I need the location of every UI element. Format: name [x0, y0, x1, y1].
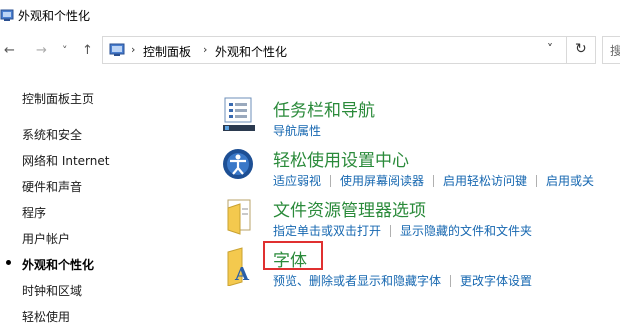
back-button[interactable]: ← [4, 42, 15, 60]
up-button[interactable]: ↑ [82, 42, 93, 60]
control-panel-icon [0, 9, 14, 21]
sidebar-item-user-accounts[interactable]: 用户帐户 [22, 230, 70, 247]
sidebar-item-ease-of-access[interactable]: 轻松使用 [22, 308, 70, 325]
control-panel-icon [109, 43, 125, 56]
single-double-click-link[interactable]: 指定单击或双击打开 [273, 224, 381, 238]
forward-button[interactable]: → [36, 42, 47, 60]
fonts-highlight-annotation [263, 241, 323, 270]
file-explorer-options-links: 指定单击或双击打开 显示隐藏的文件和文件夹 [273, 222, 532, 239]
sidebar-item-programs[interactable]: 程序 [22, 204, 46, 221]
taskbar-links: 导航属性 [273, 122, 321, 139]
window-title: 外观和个性化 [18, 9, 91, 23]
chevron-right-icon: › [203, 43, 208, 56]
recent-locations-button[interactable]: ˅ [62, 42, 68, 60]
link-divider [330, 175, 332, 187]
taskbar-icon [223, 97, 255, 131]
sidebar-item-appearance[interactable]: 外观和个性化 [22, 256, 94, 273]
breadcrumb-appearance[interactable]: 外观和个性化 [215, 43, 287, 60]
folder-options-icon [227, 199, 251, 235]
sidebar-item-network[interactable]: 网络和 Internet [22, 152, 109, 169]
search-input[interactable]: 搜 [602, 36, 620, 64]
ease-of-access-heading[interactable]: 轻松使用设置中心 [273, 146, 409, 171]
ease-of-access-links: 适应弱视 使用屏幕阅读器 启用轻松访问键 启用或关 [273, 172, 594, 189]
navigation-properties-link[interactable]: 导航属性 [273, 124, 321, 138]
link-divider [433, 175, 435, 187]
sidebar-item-home[interactable]: 控制面板主页 [22, 90, 94, 107]
sidebar-item-hardware-sound[interactable]: 硬件和声音 [22, 178, 82, 195]
taskbar-heading[interactable]: 任务栏和导航 [273, 96, 375, 121]
chevron-right-icon: › [131, 43, 136, 56]
link-divider [536, 175, 538, 187]
preview-delete-fonts-link[interactable]: 预览、删除或者显示和隐藏字体 [273, 274, 441, 288]
access-keys-link[interactable]: 启用轻松访问键 [443, 174, 527, 188]
title-bar: 外观和个性化 [0, 0, 620, 30]
low-vision-link[interactable]: 适应弱视 [273, 174, 321, 188]
change-font-settings-link[interactable]: 更改字体设置 [460, 274, 532, 288]
file-explorer-options-heading[interactable]: 文件资源管理器选项 [273, 196, 426, 221]
link-divider [390, 225, 392, 237]
enable-or-disable-link[interactable]: 启用或关 [546, 174, 594, 188]
address-dropdown-icon[interactable]: ˅ [547, 42, 553, 56]
fonts-icon: A [227, 247, 250, 286]
navigation-bar: ← → ˅ ↑ › 控制面板 › 外观和个性化 ˅ ↻ 搜 [0, 34, 620, 68]
svg-text:A: A [234, 264, 250, 285]
show-hidden-files-link[interactable]: 显示隐藏的文件和文件夹 [400, 224, 532, 238]
address-bar[interactable]: › 控制面板 › 外观和个性化 ˅ [102, 36, 596, 64]
link-divider [450, 275, 452, 287]
active-indicator [6, 260, 11, 265]
fonts-links: 预览、删除或者显示和隐藏字体 更改字体设置 [273, 272, 532, 289]
sidebar-item-system-security[interactable]: 系统和安全 [22, 126, 82, 143]
ease-of-access-icon [223, 149, 253, 179]
breadcrumb-control-panel[interactable]: 控制面板 [143, 43, 191, 60]
screen-reader-link[interactable]: 使用屏幕阅读器 [340, 174, 424, 188]
refresh-icon: ↻ [575, 41, 587, 57]
sidebar-item-clock-region[interactable]: 时钟和区域 [22, 282, 82, 299]
refresh-button[interactable]: ↻ [566, 36, 596, 64]
search-placeholder: 搜 [610, 44, 620, 58]
